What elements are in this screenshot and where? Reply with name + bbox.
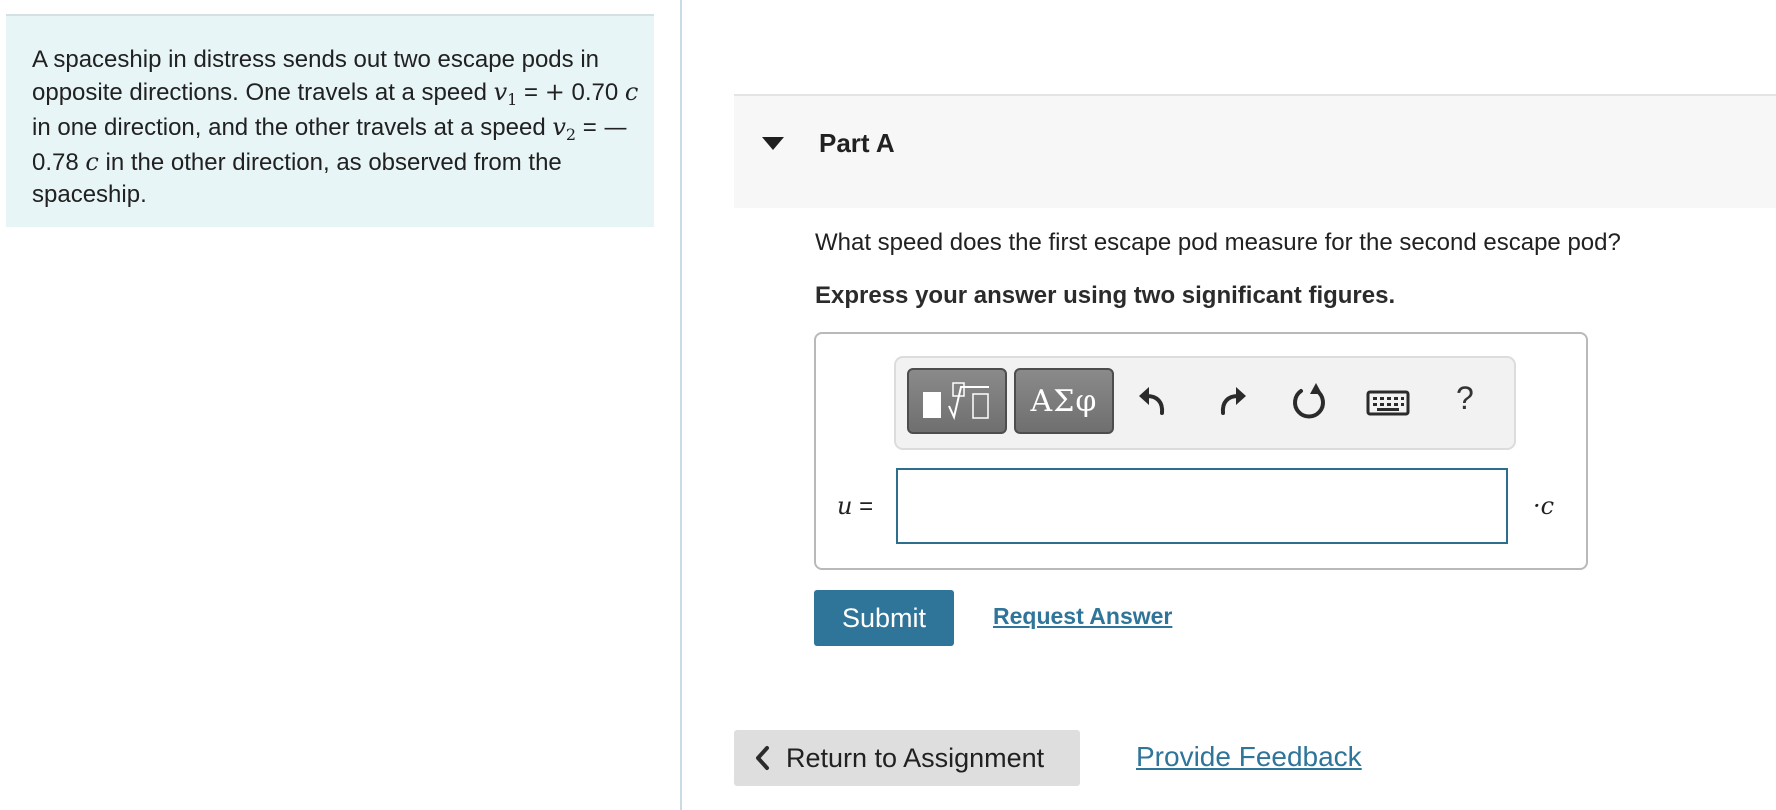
answer-input[interactable] bbox=[896, 468, 1508, 544]
provide-feedback-link[interactable]: Provide Feedback bbox=[1136, 741, 1362, 773]
part-a-header[interactable]: Part A bbox=[734, 94, 1776, 208]
answer-variable-label: u = bbox=[837, 492, 873, 521]
answer-variable: u bbox=[837, 492, 853, 520]
v2-subscript: 2 bbox=[565, 125, 577, 144]
v1-sign: + bbox=[544, 78, 565, 106]
v2-unit: c bbox=[85, 148, 99, 176]
pane-divider bbox=[680, 0, 682, 810]
submit-button[interactable]: Submit bbox=[814, 590, 954, 646]
collapse-caret-icon[interactable] bbox=[762, 137, 784, 150]
v1-value: 0.70 bbox=[571, 79, 619, 106]
return-to-assignment-button[interactable]: Return to Assignment bbox=[734, 730, 1080, 786]
v2-value: 0.78 bbox=[32, 149, 79, 176]
templates-icon bbox=[923, 382, 989, 421]
problem-text-part2: in one direction, and the other travels … bbox=[32, 114, 546, 141]
v1-unit: c bbox=[624, 78, 639, 106]
math-toolbar: ΑΣφ ? bbox=[894, 356, 1516, 450]
v1-subscript: 1 bbox=[507, 90, 518, 109]
answer-equals: = bbox=[859, 493, 874, 520]
request-answer-link[interactable]: Request Answer bbox=[993, 603, 1172, 630]
problem-text: A spaceship in distress sends out two es… bbox=[32, 44, 642, 211]
symbols-label: ΑΣφ bbox=[1030, 384, 1098, 419]
return-label: Return to Assignment bbox=[786, 743, 1045, 773]
v2-equals: = bbox=[582, 114, 597, 141]
v2-symbol: v bbox=[552, 113, 566, 141]
help-icon[interactable]: ? bbox=[1456, 380, 1474, 417]
redo-icon[interactable] bbox=[1209, 380, 1253, 424]
v2-sign: — bbox=[603, 113, 628, 141]
question-text: What speed does the first escape pod mea… bbox=[815, 229, 1621, 256]
chevron-left-icon bbox=[756, 746, 769, 770]
problem-statement-panel: A spaceship in distress sends out two es… bbox=[6, 14, 654, 227]
v1-equals: = bbox=[524, 79, 539, 106]
v1-symbol: v bbox=[493, 78, 508, 106]
problem-text-part3: in the other direction, as observed from… bbox=[32, 149, 562, 208]
templates-button[interactable] bbox=[907, 368, 1007, 434]
answer-unit: ·c bbox=[1533, 492, 1555, 520]
part-title: Part A bbox=[819, 128, 895, 158]
reset-icon[interactable] bbox=[1287, 380, 1331, 424]
undo-icon[interactable] bbox=[1132, 380, 1176, 424]
instruction-text: Express your answer using two significan… bbox=[815, 282, 1396, 309]
keyboard-icon[interactable] bbox=[1364, 380, 1412, 424]
symbols-button[interactable]: ΑΣφ bbox=[1014, 368, 1114, 434]
